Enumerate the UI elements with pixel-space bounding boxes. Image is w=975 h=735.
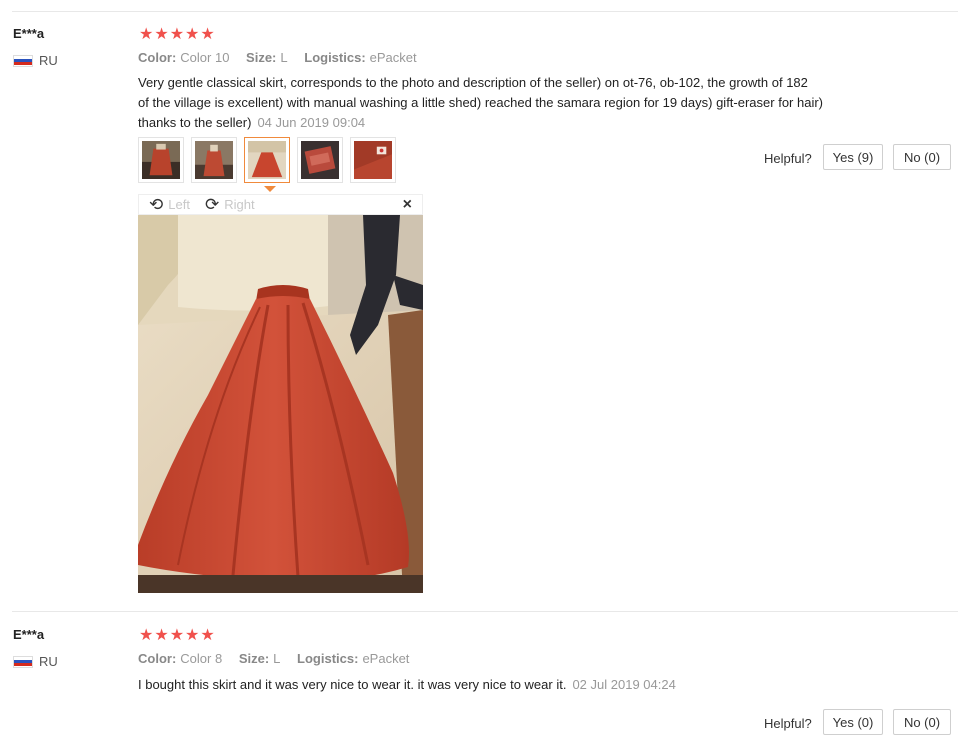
review-text-line: thanks to the seller) 04 Jun 2019 09:04 <box>138 113 858 133</box>
russia-flag-icon <box>13 54 33 67</box>
review-photo-large <box>138 215 423 593</box>
photo-thumbnail-active[interactable] <box>244 137 290 183</box>
russia-flag-icon <box>13 655 33 668</box>
photo-thumbnail[interactable] <box>138 137 184 183</box>
size-value: L <box>273 651 281 666</box>
divider <box>12 11 958 12</box>
photo-thumbnail[interactable] <box>350 137 396 183</box>
review-text-body: I bought this skirt and it was very nice… <box>138 677 567 692</box>
country-code: RU <box>39 654 58 669</box>
helpful-no-button[interactable]: No (0) <box>893 144 951 170</box>
helpful-yes-button[interactable]: Yes (9) <box>823 144 883 170</box>
rotate-left-label: Left <box>168 197 190 212</box>
size-label: Size: <box>246 50 277 65</box>
reviewer-country: RU <box>13 53 58 68</box>
star-rating: ★★★★★ <box>139 627 216 644</box>
review-text-line: Very gentle classical skirt, corresponds… <box>138 75 808 90</box>
size-value: L <box>280 50 288 65</box>
color-value: Color 8 <box>180 651 223 666</box>
photo-thumbnail[interactable] <box>191 137 237 183</box>
active-thumb-caret <box>264 186 276 192</box>
review-text-line: of the village is excellent) with manual… <box>138 95 824 110</box>
review-date: 04 Jun 2019 09:04 <box>257 115 366 130</box>
helpful-label: Helpful? <box>764 151 812 166</box>
rotate-left-button[interactable]: ⟲ Left <box>149 196 190 213</box>
order-info: Color: Color 10 Size: L Logistics: ePacket <box>138 50 430 65</box>
divider <box>12 611 958 612</box>
photo-thumbnails <box>138 137 396 183</box>
logistics-label: Logistics: <box>297 651 359 666</box>
rotate-right-icon: ⟳ <box>205 195 220 214</box>
reviewer-country: RU <box>13 654 58 669</box>
color-value: Color 10 <box>180 50 230 65</box>
photo-viewer-toolbar: ⟲ Left ⟳ Right × <box>138 194 423 215</box>
reviewer-name: E***a <box>13 26 45 41</box>
helpful-no-button[interactable]: No (0) <box>893 709 951 735</box>
helpful-yes-button[interactable]: Yes (0) <box>823 709 883 735</box>
logistics-value: ePacket <box>369 50 417 65</box>
helpful-label: Helpful? <box>764 716 812 731</box>
review-date: 02 Jul 2019 04:24 <box>572 677 676 692</box>
rotate-right-label: Right <box>224 197 255 212</box>
star-rating: ★★★★★ <box>139 26 216 43</box>
order-info: Color: Color 8 Size: L Logistics: ePacket <box>138 651 422 666</box>
country-code: RU <box>39 53 58 68</box>
logistics-label: Logistics: <box>304 50 366 65</box>
color-label: Color: <box>138 50 177 65</box>
color-label: Color: <box>138 651 177 666</box>
review-text: I bought this skirt and it was very nice… <box>138 675 858 695</box>
reviewer-name: E***a <box>13 627 45 642</box>
size-label: Size: <box>238 651 270 666</box>
review-text-end: thanks to the seller) <box>138 115 252 130</box>
logistics-value: ePacket <box>362 651 410 666</box>
review-text: Very gentle classical skirt, corresponds… <box>138 73 858 133</box>
rotate-left-icon: ⟲ <box>149 195 164 214</box>
review-text-line: I bought this skirt and it was very nice… <box>138 675 858 695</box>
rotate-right-button[interactable]: ⟳ Right <box>205 196 255 213</box>
close-icon[interactable]: × <box>403 196 412 214</box>
photo-thumbnail[interactable] <box>297 137 343 183</box>
